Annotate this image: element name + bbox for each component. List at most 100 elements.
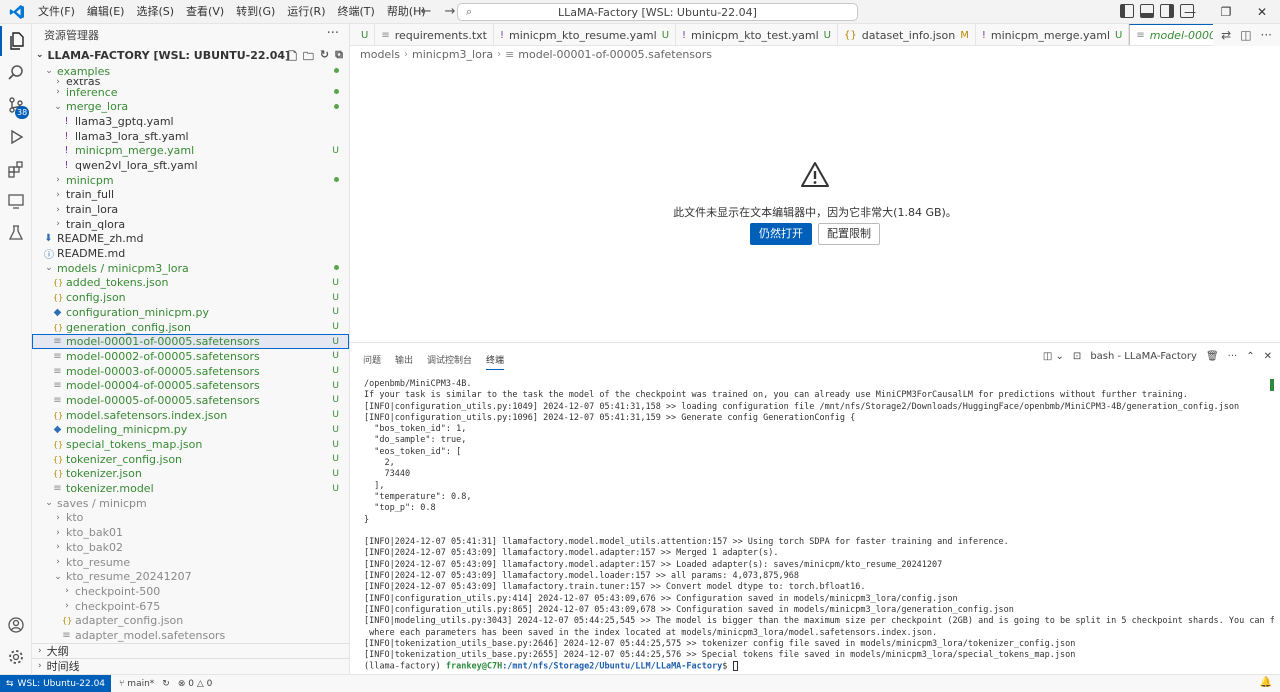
file-row[interactable]: ≡ model-00005-of-00005.safetensors U [32,393,349,408]
file-row[interactable]: ⓘ README.md [32,246,349,261]
menu-item[interactable]: 运行(R) [281,0,331,24]
file-row[interactable]: ≡ tokenizer.model U [32,481,349,496]
notifications-bell-icon[interactable]: 🔔 [1260,677,1272,688]
file-row[interactable]: ! llama3_lora_sft.yaml [32,129,349,144]
folder-row[interactable]: ⌄ examples [32,64,349,79]
run-debug-icon[interactable] [0,122,32,152]
folder-row[interactable]: › kto_bak02 [32,540,349,555]
panel-tab[interactable]: 问题 [363,353,381,370]
panel-tab[interactable]: 输出 [395,353,413,370]
maximize-panel-icon[interactable]: ⌃ [1246,351,1254,362]
file-row[interactable]: ! llama3_gptq.yaml [32,114,349,129]
terminal-name[interactable]: bash - LLaMA-Factory [1090,351,1197,362]
folder-row[interactable]: › checkpoint-675 [32,599,349,614]
editor-tab[interactable]: ! minicpm_kto_resume.yaml U [494,24,677,45]
folder-row[interactable]: › inference [32,85,349,100]
layout-icon[interactable]: ◫ ⌄ [1043,351,1064,362]
menu-item[interactable]: 选择(S) [130,0,180,24]
folder-row[interactable]: ⌄ merge_lora [32,99,349,114]
remote-explorer-icon[interactable] [0,186,32,216]
file-row[interactable]: {} model.safetensors.index.json U [32,408,349,423]
file-row[interactable]: ◆ configuration_minicpm.py U [32,305,349,320]
editor-tab[interactable]: {} dataset_info.json M [838,24,976,45]
restore-icon[interactable]: ❐ [1208,0,1244,24]
manage-gear-icon[interactable] [0,642,32,672]
folder-row[interactable]: ⌄ saves / minicpm [32,496,349,511]
file-row[interactable]: ≡ model-00004-of-00005.safetensors U [32,378,349,393]
folder-row[interactable]: › train_full [32,188,349,203]
toggle-sidebar-icon[interactable] [1120,4,1134,18]
sync-icon[interactable]: ↻ [162,679,170,689]
editor-tab[interactable]: ! minicpm_kto_test.yaml U [676,24,838,45]
close-window-icon[interactable]: ✕ [1244,0,1280,24]
modified-dot-icon [334,263,339,273]
close-panel-icon[interactable]: ✕ [1264,351,1272,362]
file-row[interactable]: ! qwen2vl_lora_sft.yaml [32,158,349,173]
folder-row[interactable]: ⌄ models / minicpm3_lora [32,261,349,276]
branch-status[interactable]: ⑂ main* [119,679,154,689]
back-arrow-icon[interactable]: ← [418,3,434,21]
breadcrumb-item[interactable]: minicpm3_lora [412,48,493,61]
folder-row[interactable]: › kto_resume [32,555,349,570]
folder-row[interactable]: ⌄ kto_resume_20241207 [32,569,349,584]
toggle-panel-icon[interactable] [1140,4,1154,18]
file-row[interactable]: {} adapter_config.json [32,613,349,628]
search-icon[interactable] [0,58,32,88]
open-changes-icon[interactable]: ⇄ [1221,28,1231,42]
problems-status[interactable]: ⊗ 0 △ 0 [178,679,213,689]
menu-item[interactable]: 终端(T) [332,0,381,24]
more-actions-icon[interactable]: ··· [1228,351,1238,362]
account-icon[interactable] [0,610,32,640]
file-row[interactable]: ⬇ README_zh.md [32,232,349,247]
open-anyway-button[interactable]: 仍然打开 [750,223,812,245]
folder-row[interactable]: › checkpoint-500 [32,584,349,599]
terminal-output[interactable]: /openbmb/MiniCPM3-4B. If your task is sim… [364,379,1274,671]
more-actions-icon[interactable]: ··· [1261,28,1272,42]
source-control-icon[interactable]: 38 [0,90,32,120]
configure-limit-button[interactable]: 配置限制 [818,223,880,245]
file-row[interactable]: ≡ model-00003-of-00005.safetensors U [32,364,349,379]
remote-indicator[interactable]: ⇆ WSL: Ubuntu-22.04 [0,674,112,692]
timeline-section[interactable]: › 时间线 [32,658,349,673]
outline-section[interactable]: › 大纲 [32,643,349,658]
file-row[interactable]: {} config.json U [32,290,349,305]
file-row[interactable]: ◆ modeling_minicpm.py U [32,423,349,438]
testing-flask-icon[interactable] [0,218,32,248]
file-row[interactable]: ! minicpm_merge.yaml U [32,143,349,158]
workspace-root[interactable]: ⌄ LLAMA-FACTORY [WSL: UBUNTU-22.04] 🗋 🗀 … [32,46,349,64]
folder-row[interactable]: › minicpm [32,173,349,188]
panel-tab[interactable]: 调试控制台 [427,353,472,370]
split-editor-icon[interactable]: ◫ [1240,28,1251,42]
minimize-icon[interactable]: — [1172,0,1208,24]
explorer-icon[interactable] [0,26,32,56]
folder-row[interactable]: › kto [32,511,349,526]
modified-dot-icon [334,175,339,185]
editor-tab[interactable]: ≡ requirements.txt [375,24,494,45]
menu-item[interactable]: 文件(F) [32,0,81,24]
command-center[interactable]: ⌕ LLaMA-Factory [WSL: Ubuntu-22.04] [457,3,858,21]
menu-item[interactable]: 查看(V) [180,0,230,24]
file-row[interactable]: {} special_tokens_map.json U [32,437,349,452]
folder-row[interactable]: › kto_bak01 [32,525,349,540]
file-row[interactable]: ≡ model-00002-of-00005.safetensors U [32,349,349,364]
terminal-icon[interactable]: ⊡ [1073,351,1081,362]
menu-item[interactable]: 转到(G) [230,0,281,24]
breadcrumb-item[interactable]: model-00001-of-00005.safetensors [518,48,712,61]
forward-arrow-icon[interactable]: → [442,3,458,21]
panel-tab[interactable]: 终端 [486,353,505,370]
more-actions-icon[interactable]: ··· [327,26,339,41]
menu-item[interactable]: 编辑(E) [81,0,131,24]
file-row[interactable]: ≡ adapter_model.safetensors [32,628,349,643]
folder-row[interactable]: › train_lora [32,202,349,217]
breadcrumb-item[interactable]: models [360,48,400,61]
folder-row[interactable]: › train_qlora [32,217,349,232]
file-row[interactable]: ≡ model-00001-of-00005.safetensors U [32,334,349,350]
editor-tab[interactable]: U [350,24,376,45]
file-row[interactable]: {} tokenizer_config.json U [32,452,349,467]
file-row[interactable]: {} added_tokens.json U [32,276,349,291]
file-row[interactable]: {} tokenizer.json U [32,467,349,482]
file-row[interactable]: {} generation_config.json U [32,320,349,335]
trash-icon[interactable]: 🗑 [1206,351,1219,362]
extensions-icon[interactable] [0,154,32,184]
editor-tab[interactable]: ! minicpm_merge.yaml U [976,24,1130,45]
